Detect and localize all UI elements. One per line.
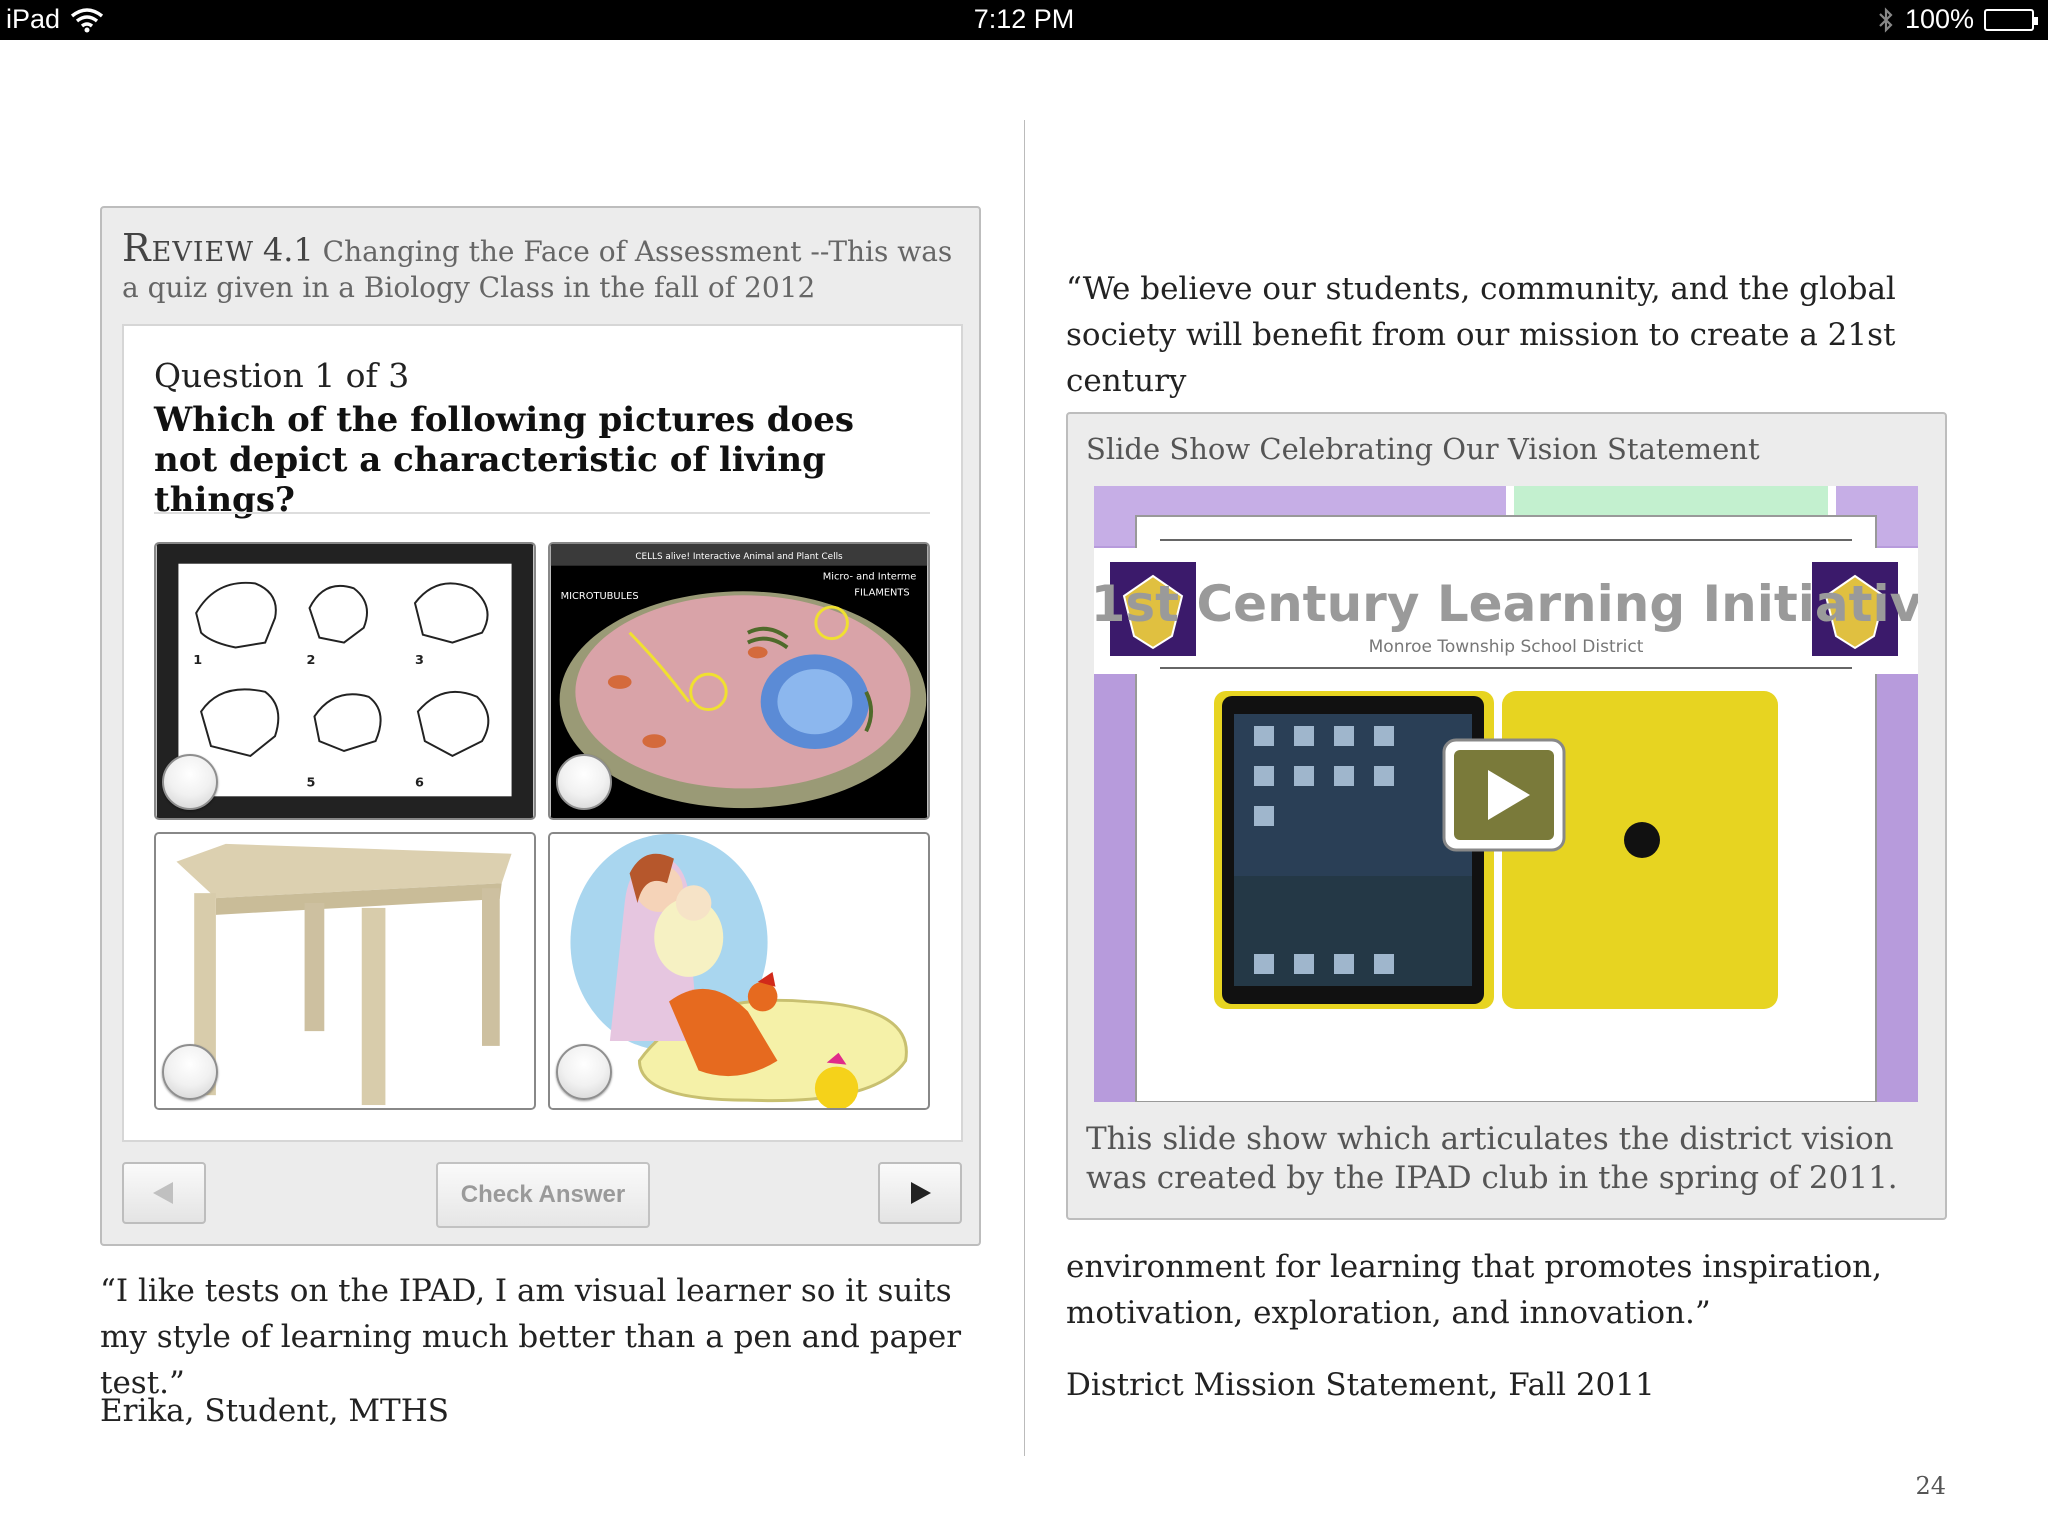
skull-label-5: 5 — [307, 775, 316, 790]
answer-option-2[interactable]: CELLS alive! Interactive Animal and Plan… — [548, 542, 930, 820]
student-quote: “I like tests on the IPAD, I am visual l… — [100, 1273, 962, 1401]
review-widget: Review 4.1 Changing the Face of Assessme… — [100, 206, 981, 1246]
cell-label-microtubules: MICROTUBULES — [561, 591, 639, 602]
page-divider — [1024, 120, 1025, 1456]
answer-option-4[interactable] — [548, 832, 930, 1110]
battery-icon — [1984, 8, 2038, 31]
status-bar: iPad 7:12 PM 100% — [0, 0, 2048, 40]
slideshow-caption: This slide show which articulates the di… — [1086, 1121, 1898, 1196]
mission-quote-part1: “We believe our students, community, and… — [1066, 271, 1896, 399]
slideshow-video[interactable]: 21st Century Learning Initiative Monroe … — [1094, 486, 1918, 1102]
cell-label-micro: Micro- and Interme — [823, 571, 917, 582]
question-count: Question 1 of 3 — [154, 356, 410, 395]
triangle-right-icon — [911, 1182, 931, 1204]
previous-button[interactable] — [122, 1162, 206, 1224]
slide-banner-subtitle: Monroe Township School District — [1369, 637, 1644, 657]
battery-percent: 100% — [1904, 4, 1974, 34]
question-text: Which of the following pictures does not… — [154, 400, 855, 520]
slideshow-widget: Slide Show Celebrating Our Vision Statem… — [1066, 412, 1947, 1220]
mission-attribution: District Mission Statement, Fall 2011 — [1066, 1367, 1655, 1403]
skull-label-6: 6 — [415, 775, 424, 790]
answer-radio-4[interactable] — [556, 1044, 612, 1100]
slideshow-poster: 21st Century Learning Initiative Monroe … — [1094, 486, 1918, 1102]
answer-radio-3[interactable] — [162, 1044, 218, 1100]
mission-quote-part2: environment for learning that promotes i… — [1066, 1249, 1882, 1331]
student-attribution: Erika, Student, MTHS — [100, 1393, 450, 1429]
skull-label-1: 1 — [193, 653, 202, 668]
question-divider — [154, 512, 930, 514]
cell-image-heading: CELLS alive! Interactive Animal and Plan… — [635, 552, 843, 562]
skull-label-2: 2 — [307, 653, 316, 668]
review-header: Review 4.1 Changing the Face of Assessme… — [122, 229, 962, 306]
quiz-card: Question 1 of 3 Which of the following p… — [122, 324, 963, 1142]
answer-option-3[interactable] — [154, 832, 536, 1110]
status-time: 7:12 PM — [973, 4, 1075, 34]
review-label: Review — [122, 226, 254, 270]
answer-radio-2[interactable] — [556, 754, 612, 810]
answer-option-1[interactable]: 1 2 3 5 6 — [154, 542, 536, 820]
triangle-left-icon — [153, 1182, 173, 1204]
slideshow-title: Slide Show Celebrating Our Vision Statem… — [1086, 432, 1760, 466]
skull-label-3: 3 — [415, 653, 424, 668]
page-number: 24 — [1915, 1472, 1946, 1500]
bluetooth-icon — [1879, 6, 1893, 33]
next-button[interactable] — [878, 1162, 962, 1224]
answer-radio-1[interactable] — [162, 754, 218, 810]
slide-banner-title: 21st Century Learning Initiative — [1094, 575, 1918, 633]
cell-label-filaments: FILAMENTS — [854, 587, 909, 598]
check-answer-button[interactable]: Check Answer — [436, 1162, 650, 1228]
review-number: 4.1 — [262, 231, 314, 269]
